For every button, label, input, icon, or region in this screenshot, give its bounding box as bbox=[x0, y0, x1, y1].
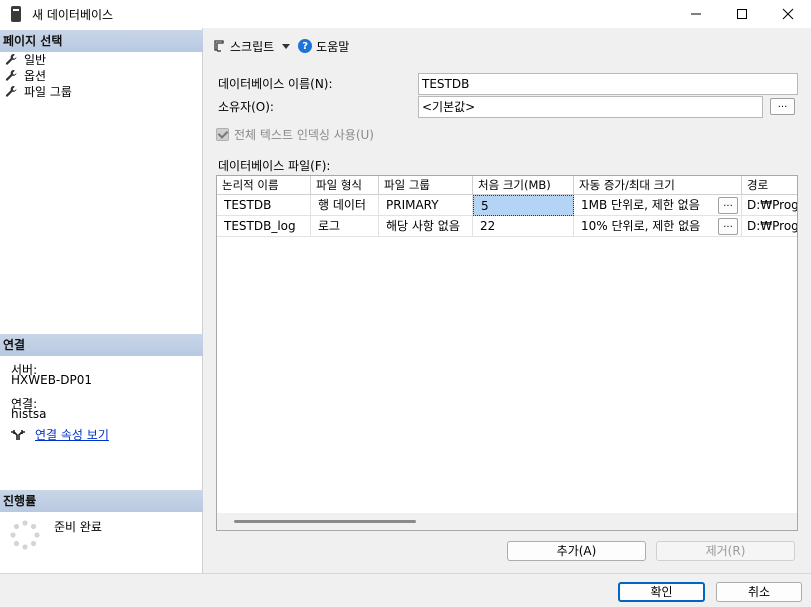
autogrowth-edit-button[interactable]: ... bbox=[718, 197, 738, 214]
db-name-label: 데이터베이스 이름(N): bbox=[218, 77, 333, 91]
cell-autogrowth[interactable]: 1MB 단위로, 제한 없음 ... bbox=[574, 195, 742, 216]
maximize-button[interactable] bbox=[719, 0, 765, 28]
close-icon bbox=[782, 8, 794, 20]
connection-plug-icon bbox=[11, 429, 25, 440]
table-row[interactable]: TESTDB 행 데이터 PRIMARY 5 1MB 단위로, 제한 없음 ..… bbox=[217, 195, 797, 216]
cell-initial-size[interactable]: 22 bbox=[473, 216, 574, 237]
progress-header: 진행률 bbox=[0, 490, 203, 512]
column-header[interactable]: 논리적 이름 bbox=[217, 176, 311, 195]
help-button[interactable]: 도움말 bbox=[316, 38, 349, 55]
autogrowth-text: 1MB 단위로, 제한 없음 bbox=[581, 198, 700, 212]
fulltext-checkbox-row: 전체 텍스트 인덱싱 사용(U) bbox=[216, 126, 374, 143]
scrollbar-thumb[interactable] bbox=[234, 520, 416, 523]
autogrowth-edit-button[interactable]: ... bbox=[718, 218, 738, 235]
db-files-grid: 논리적 이름 파일 형식 파일 그룹 처음 크기(MB) 자동 증가/최대 크기… bbox=[216, 175, 798, 531]
add-button[interactable]: 추가(A) bbox=[507, 541, 646, 561]
view-connection-properties-link[interactable]: 연결 속성 보기 bbox=[35, 426, 109, 443]
footer-divider bbox=[0, 573, 811, 574]
minimize-button[interactable] bbox=[673, 0, 719, 28]
column-header[interactable]: 경로 bbox=[742, 176, 797, 195]
cell-path[interactable]: D:₩Prog bbox=[742, 195, 797, 216]
cell-filegroup[interactable]: PRIMARY bbox=[379, 195, 473, 216]
fulltext-checkbox[interactable] bbox=[216, 128, 229, 141]
column-header[interactable]: 파일 그룹 bbox=[379, 176, 473, 195]
owner-label: 소유자(O): bbox=[218, 100, 274, 114]
cell-logical-name[interactable]: TESTDB_log bbox=[217, 216, 311, 237]
chevron-down-icon[interactable] bbox=[282, 43, 291, 49]
progress-status: 준비 완료 bbox=[54, 520, 102, 534]
page-item-options[interactable]: 옵션 bbox=[5, 67, 46, 83]
title-bar: 새 데이터베이스 bbox=[0, 0, 811, 28]
script-button[interactable]: 스크립트 bbox=[230, 38, 274, 55]
cancel-button[interactable]: 취소 bbox=[716, 582, 802, 602]
remove-button[interactable]: 제거(R) bbox=[656, 541, 795, 561]
toolbar: 스크립트 ? 도움말 bbox=[212, 36, 349, 56]
cell-file-type[interactable]: 로그 bbox=[311, 216, 379, 237]
script-icon bbox=[214, 40, 224, 52]
progress-spinner-icon bbox=[10, 520, 40, 550]
cell-autogrowth[interactable]: 10% 단위로, 제한 없음 ... bbox=[574, 216, 742, 237]
page-item-label: 옵션 bbox=[24, 68, 47, 83]
cell-file-type[interactable]: 행 데이터 bbox=[311, 195, 379, 216]
autogrowth-text: 10% 단위로, 제한 없음 bbox=[581, 219, 701, 233]
database-window-icon bbox=[10, 6, 22, 22]
owner-browse-button[interactable]: ... bbox=[770, 98, 795, 115]
pages-header: 페이지 선택 bbox=[0, 30, 203, 52]
connection-header: 연결 bbox=[0, 334, 203, 356]
ok-button[interactable]: 확인 bbox=[618, 582, 705, 602]
cell-initial-size-input[interactable]: 5 bbox=[473, 195, 574, 216]
column-header[interactable]: 자동 증가/최대 크기 bbox=[574, 176, 742, 195]
maximize-icon bbox=[737, 9, 747, 19]
page-item-filegroups[interactable]: 파일 그룹 bbox=[5, 83, 72, 99]
cell-logical-name[interactable]: TESTDB bbox=[217, 195, 311, 216]
connection-value: histsa bbox=[11, 407, 47, 421]
left-pane: 페이지 선택 일반 옵션 파일 그룹 연결 서버: HXWEB-DP01 연결:… bbox=[0, 28, 203, 573]
fulltext-label: 전체 텍스트 인덱싱 사용(U) bbox=[234, 128, 374, 142]
column-header[interactable]: 파일 형식 bbox=[311, 176, 379, 195]
column-header[interactable]: 처음 크기(MB) bbox=[473, 176, 574, 195]
horizontal-scrollbar[interactable] bbox=[217, 513, 797, 530]
cell-filegroup[interactable]: 해당 사항 없음 bbox=[379, 216, 473, 237]
minimize-icon bbox=[691, 13, 701, 15]
window-title: 새 데이터베이스 bbox=[32, 7, 114, 22]
page-item-label: 파일 그룹 bbox=[24, 84, 72, 99]
right-pane: 스크립트 ? 도움말 데이터베이스 이름(N): TESTDB 소유자(O): … bbox=[204, 28, 811, 573]
owner-input[interactable]: <기본값> bbox=[418, 96, 763, 118]
help-icon[interactable]: ? bbox=[298, 39, 313, 53]
table-row[interactable]: TESTDB_log 로그 해당 사항 없음 22 10% 단위로, 제한 없음… bbox=[217, 216, 797, 237]
wrench-icon bbox=[5, 53, 17, 65]
view-connection-properties[interactable]: 연결 속성 보기 bbox=[10, 426, 109, 443]
db-files-label: 데이터베이스 파일(F): bbox=[218, 159, 331, 173]
wrench-icon bbox=[5, 69, 17, 81]
close-button[interactable] bbox=[765, 0, 811, 28]
page-item-label: 일반 bbox=[24, 52, 47, 67]
server-value: HXWEB-DP01 bbox=[11, 373, 92, 387]
page-item-general[interactable]: 일반 bbox=[5, 51, 46, 67]
db-name-input[interactable]: TESTDB bbox=[418, 73, 798, 95]
cell-path[interactable]: D:₩Prog bbox=[742, 216, 797, 237]
grid-header: 논리적 이름 파일 형식 파일 그룹 처음 크기(MB) 자동 증가/최대 크기… bbox=[217, 176, 797, 195]
wrench-icon bbox=[5, 85, 17, 97]
